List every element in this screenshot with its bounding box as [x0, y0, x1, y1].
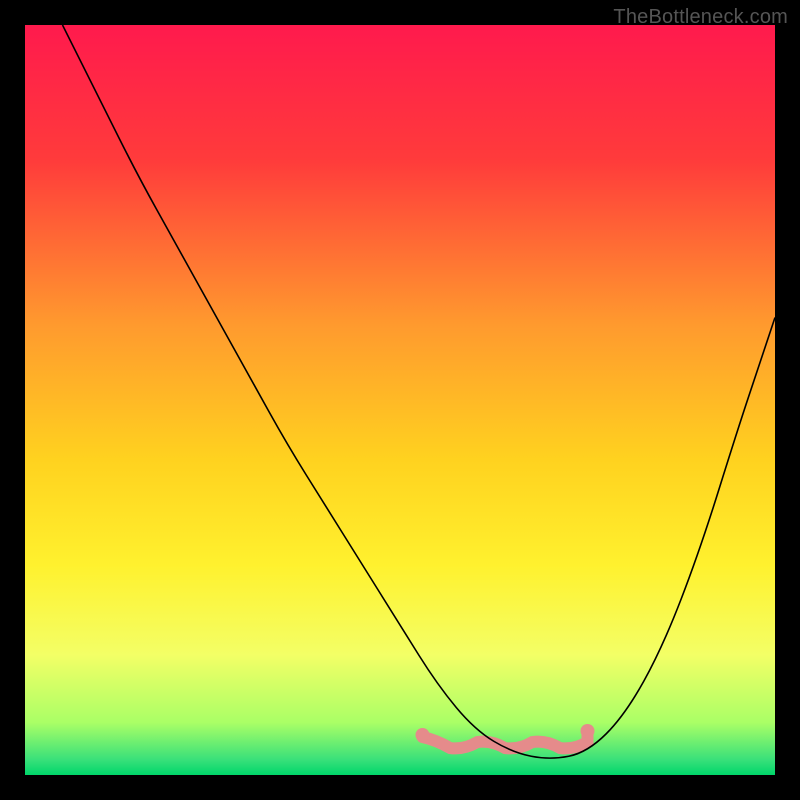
bottom-highlight-cap-left — [416, 728, 430, 742]
chart-background — [25, 25, 775, 775]
watermark-text: TheBottleneck.com — [613, 6, 788, 29]
chart-frame: TheBottleneck.com — [0, 0, 800, 800]
bottom-highlight-cap-right — [581, 724, 595, 738]
chart-plot-area — [25, 25, 775, 775]
chart-svg — [25, 25, 775, 775]
